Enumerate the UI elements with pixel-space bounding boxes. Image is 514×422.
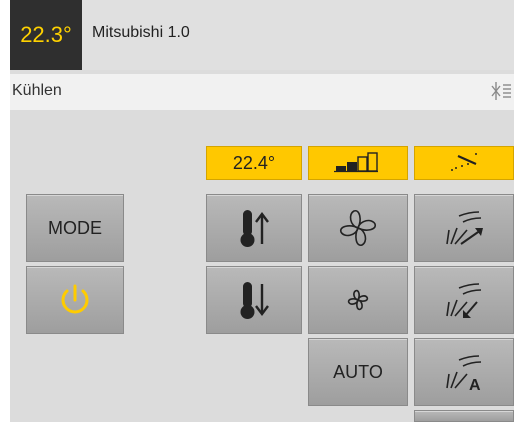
fan-large-icon: [340, 210, 376, 246]
ac-control-panel: 22.3° Mitsubishi 1.0 Kühlen 22.4° MODE A…: [10, 0, 514, 422]
vane-extra-button[interactable]: [414, 410, 514, 422]
mode-button-label: MODE: [48, 217, 102, 238]
fan-speed-indicator: [308, 146, 408, 180]
fan-down-button[interactable]: [308, 266, 408, 334]
temp-down-button[interactable]: [206, 266, 302, 334]
fan-auto-button[interactable]: AUTO: [308, 338, 408, 406]
setpoint-value: 22.4°: [232, 152, 276, 173]
mode-status-row: Kühlen: [10, 74, 514, 110]
fan-up-button[interactable]: [308, 194, 408, 262]
mode-label: Kühlen: [12, 82, 62, 99]
vane-auto-letter: A: [469, 377, 481, 394]
mode-button[interactable]: MODE: [26, 194, 124, 262]
power-icon: [61, 284, 89, 314]
setpoint-display: 22.4°: [206, 146, 302, 180]
vane-up-button[interactable]: [414, 194, 514, 262]
device-name: Mitsubishi 1.0: [92, 24, 190, 41]
vane-auto-button[interactable]: A: [414, 338, 514, 406]
fan-auto-label: AUTO: [333, 361, 383, 382]
vane-auto-icon: A: [446, 355, 482, 394]
vane-down-button[interactable]: [414, 266, 514, 334]
thermometer-up-icon: [240, 210, 269, 247]
temp-up-button[interactable]: [206, 194, 302, 262]
current-temperature-badge: 22.3°: [10, 0, 82, 70]
vane-up-icon: [446, 211, 483, 245]
snowflake-icon: [491, 82, 511, 100]
vane-position-indicator: [414, 146, 514, 180]
header: 22.3° Mitsubishi 1.0: [10, 0, 514, 70]
fan-level-bars-icon: [334, 152, 378, 173]
fan-small-icon: [347, 289, 369, 311]
vane-position-icon: [451, 153, 477, 171]
thermometer-down-icon: [240, 282, 269, 319]
vane-down-icon: [446, 283, 482, 318]
power-button[interactable]: [26, 266, 124, 334]
